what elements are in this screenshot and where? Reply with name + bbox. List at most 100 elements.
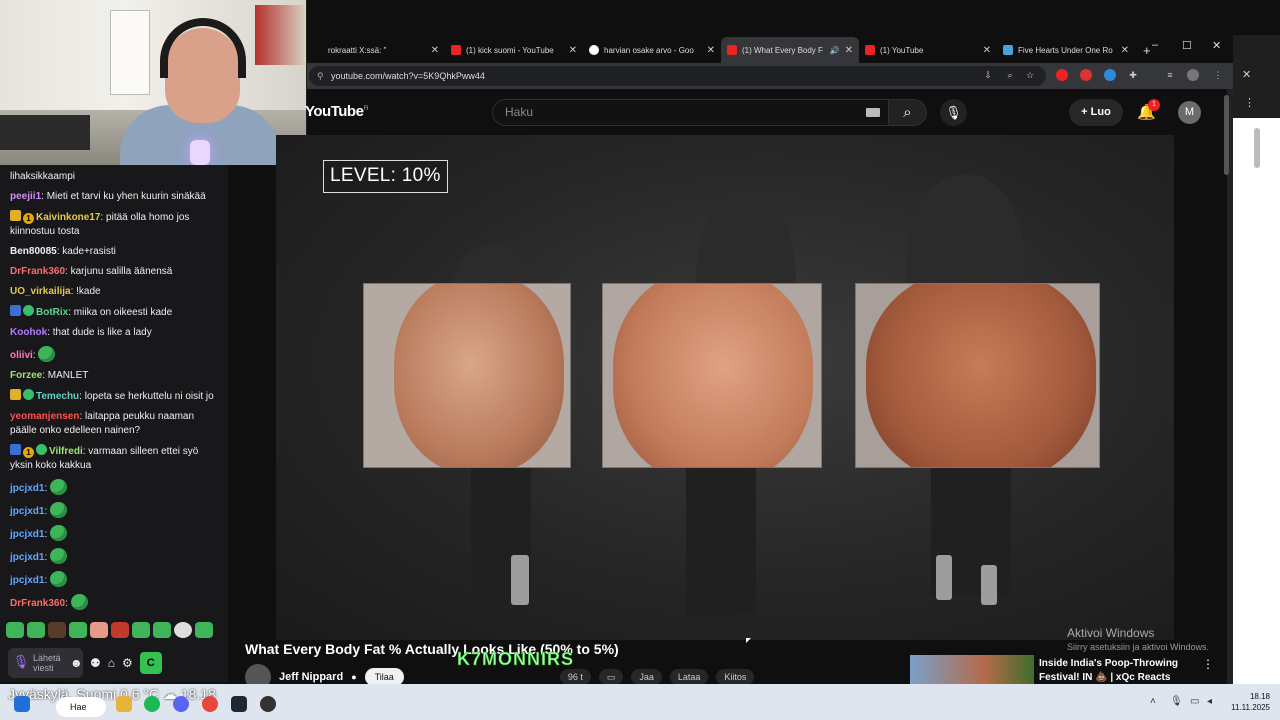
zoom-icon[interactable]: ⌕	[1004, 69, 1016, 81]
chat-username[interactable]: jpcjxd1	[10, 529, 44, 540]
install-icon[interactable]: ⇩	[982, 69, 994, 81]
tab-close-icon[interactable]: ✕	[431, 45, 439, 56]
tab-close-icon[interactable]: ✕	[983, 45, 991, 56]
chat-username[interactable]: oliivi	[10, 350, 33, 361]
blue-badge-icon[interactable]	[10, 305, 21, 316]
clock[interactable]: 18.18 11.11.2025	[1230, 691, 1270, 713]
chat-username[interactable]: Ben80085	[10, 246, 57, 257]
chat-username[interactable]: UO_virkailija	[10, 286, 71, 297]
send-button[interactable]: C	[139, 652, 162, 674]
discord-icon[interactable]	[173, 696, 189, 712]
tab-close-icon[interactable]: ✕	[1121, 45, 1129, 56]
share-button[interactable]: Jaa	[631, 669, 662, 685]
more-options-icon[interactable]: ⋮	[1202, 657, 1214, 671]
media-control-icon[interactable]: ≡	[1164, 69, 1176, 81]
video-player[interactable]: LEVEL: 10%	[276, 135, 1174, 640]
green-badge-icon[interactable]	[23, 305, 34, 316]
steam-icon[interactable]	[231, 696, 247, 712]
one-badge-icon[interactable]: 1	[23, 213, 34, 224]
browser-tab[interactable]: Five Hearts Under One Ro ✕	[997, 37, 1135, 63]
chat-username[interactable]: jpcjxd1	[10, 506, 44, 517]
chat-input[interactable]: 🎙 Lähetä viesti ☻	[8, 648, 83, 678]
minimize-button[interactable]: –	[1152, 39, 1158, 51]
chrome-icon[interactable]	[202, 696, 218, 712]
extension-translate-icon[interactable]	[1104, 69, 1116, 81]
voice-search-button[interactable]: 🎙	[940, 99, 967, 126]
profile-avatar-icon[interactable]	[1187, 69, 1199, 81]
chat-username[interactable]: DrFrank360	[10, 598, 65, 609]
browser-tab[interactable]: harvian osake arvo - Goo ✕	[583, 37, 721, 63]
mic-tray-icon[interactable]: 🎙	[1170, 696, 1183, 707]
extension-record-icon[interactable]	[1080, 69, 1092, 81]
chat-username[interactable]: BotRix	[36, 307, 68, 318]
chat-username[interactable]: Kaivinkone17	[36, 212, 100, 223]
tab-audio-icon[interactable]: 🔊	[830, 46, 840, 55]
pepe-emote-icon[interactable]	[50, 525, 68, 541]
file-explorer-icon[interactable]	[116, 696, 132, 712]
emote-bar[interactable]	[6, 622, 213, 638]
search-button[interactable]: ⌕	[889, 99, 927, 126]
taskbar-search[interactable]: Hae	[56, 697, 106, 717]
recommended-thumbnail[interactable]	[910, 655, 1034, 687]
tab-close-icon[interactable]: ✕	[569, 45, 577, 56]
start-icon[interactable]	[14, 696, 30, 712]
settings-icon[interactable]: ⚙	[122, 656, 133, 670]
browser-tab[interactable]: (1) What Every Body F 🔊 ✕	[721, 37, 859, 63]
green-badge-icon[interactable]	[36, 444, 47, 455]
pepe-emote-icon[interactable]	[50, 548, 68, 564]
create-button[interactable]: + Luo	[1069, 99, 1123, 126]
browser-menu-icon[interactable]: ⋮	[1212, 69, 1224, 81]
account-avatar[interactable]: M	[1178, 101, 1201, 124]
pepe-emote-icon[interactable]	[38, 346, 56, 362]
recommended-title[interactable]: Inside India's Poop-Throwing Festival! I…	[1039, 657, 1189, 685]
one-badge-icon[interactable]: 1	[23, 447, 34, 458]
search-input[interactable]: Haku	[492, 99, 889, 126]
obs-icon[interactable]	[260, 696, 276, 712]
close-icon[interactable]: ✕	[1242, 68, 1251, 81]
network-icon[interactable]: ▭	[1190, 696, 1199, 707]
crown-badge-icon[interactable]	[10, 389, 21, 400]
tab-close-icon[interactable]: ✕	[845, 45, 853, 56]
pepe-emote-icon[interactable]	[50, 571, 68, 587]
url-input[interactable]: ⚲ youtube.com/watch?v=5K9QhkPww44	[309, 66, 1046, 86]
browser-tab[interactable]: (1) kick suomi - YouTube ✕	[445, 37, 583, 63]
green-badge-icon[interactable]	[23, 389, 34, 400]
volume-icon[interactable]: ◂	[1207, 696, 1212, 707]
chat-username[interactable]: Forzee	[10, 370, 42, 381]
mic-icon[interactable]: 🎙	[12, 654, 30, 672]
extension-red-icon[interactable]	[1056, 69, 1068, 81]
chat-username[interactable]: Vilfredi	[49, 446, 83, 457]
menu-icon[interactable]: ⋮	[1244, 96, 1255, 109]
page-scrollbar[interactable]	[1224, 95, 1229, 175]
close-window-button[interactable]: ✕	[1212, 39, 1221, 52]
browser-tab[interactable]: (1) YouTube ✕	[859, 37, 997, 63]
pepe-emote-icon[interactable]	[50, 479, 68, 495]
youtube-logo[interactable]: YouTubeFI	[305, 103, 368, 120]
like-button[interactable]: 96 t	[559, 669, 591, 685]
extensions-puzzle-icon[interactable]: ✚	[1127, 69, 1139, 81]
site-info-icon[interactable]: ⚲	[317, 66, 324, 86]
bookmark-star-icon[interactable]: ☆	[1024, 69, 1036, 81]
chat-username[interactable]: jpcjxd1	[10, 552, 44, 563]
pepe-emote-icon[interactable]	[70, 594, 88, 610]
browser-tab[interactable]: rokraatti X:ssä: " ✕	[307, 37, 445, 63]
points-icon[interactable]: ⚉	[90, 656, 101, 670]
pepe-emote-icon[interactable]	[50, 502, 68, 518]
crown-badge-icon[interactable]	[10, 210, 21, 221]
chat-username[interactable]: jpcjxd1	[10, 483, 44, 494]
spotify-icon[interactable]	[144, 696, 160, 712]
chat-username[interactable]: jpcjxd1	[10, 575, 44, 586]
channel-name[interactable]: Jeff Nippard	[279, 671, 343, 683]
store-icon[interactable]: ⌂	[108, 656, 115, 670]
comment-icon[interactable]: ▭	[598, 669, 624, 685]
emoji-icon[interactable]: ☻	[70, 656, 83, 670]
blue-badge-icon[interactable]	[10, 444, 21, 455]
tab-close-icon[interactable]: ✕	[707, 45, 715, 56]
chat-username[interactable]: DrFrank360	[10, 266, 65, 277]
tray-chevron-icon[interactable]: ˄	[1150, 696, 1156, 707]
recommended-video[interactable]: Inside India's Poop-Throwing Festival! I…	[910, 655, 1220, 687]
maximize-button[interactable]: ☐	[1182, 39, 1192, 52]
keyboard-icon[interactable]	[866, 108, 880, 117]
chat-username[interactable]: Koohok	[10, 327, 47, 338]
download-button[interactable]: Lataa	[669, 669, 709, 685]
